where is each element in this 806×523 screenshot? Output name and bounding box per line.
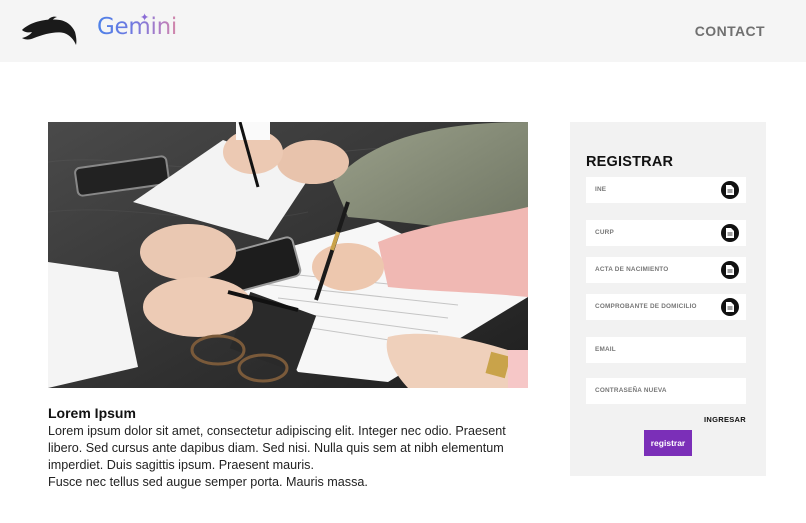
dolphin-logo-icon[interactable]: [20, 16, 78, 46]
nav-contact-link[interactable]: CONTACT: [695, 23, 765, 39]
register-button[interactable]: registrar: [644, 430, 692, 456]
new-password-field[interactable]: CONTRASEÑA NUEVA: [586, 378, 746, 404]
document-icon[interactable]: [721, 181, 739, 199]
registration-panel: REGISTRAR INE CURP ACTA DE NACIMIENTO CO…: [570, 122, 766, 476]
gemini-wordmark-text: Gemini: [97, 14, 177, 40]
field-label: ACTA DE NACIMIENTO: [595, 266, 669, 273]
article-body-line: Fusce nec tellus sed augue semper porta.…: [48, 475, 368, 489]
document-icon[interactable]: [721, 261, 739, 279]
field-label: INE: [595, 186, 607, 193]
field-label: EMAIL: [595, 346, 616, 353]
article-body-line: imperdiet. Duis sagittis ipsum. Praesent…: [48, 458, 314, 472]
login-link[interactable]: INGRESAR: [704, 415, 746, 424]
document-icon[interactable]: [721, 224, 739, 242]
comprobante-domicilio-upload-field[interactable]: COMPROBANTE DE DOMICILIO: [586, 294, 746, 320]
article-title: Lorem Ipsum: [48, 405, 136, 421]
article-body: Lorem ipsum dolor sit amet, consectetur …: [48, 423, 518, 491]
field-label: COMPROBANTE DE DOMICILIO: [595, 303, 697, 310]
gemini-wordmark: Gemini: [97, 14, 177, 40]
ine-upload-field[interactable]: INE: [586, 177, 746, 203]
document-icon[interactable]: [721, 298, 739, 316]
field-label: CONTRASEÑA NUEVA: [595, 387, 667, 394]
panel-title: REGISTRAR: [586, 154, 674, 170]
article-body-line: Lorem ipsum dolor sit amet, consectetur …: [48, 424, 506, 438]
acta-nacimiento-upload-field[interactable]: ACTA DE NACIMIENTO: [586, 257, 746, 283]
hero-image: [48, 122, 528, 388]
curp-upload-field[interactable]: CURP: [586, 220, 746, 246]
business-meeting-photo: [48, 122, 528, 388]
email-field[interactable]: EMAIL: [586, 337, 746, 363]
article-body-line: libero. Sed cursus ante dapibus diam. Se…: [48, 441, 504, 455]
site-header: Gemini ✦ CONTACT: [0, 0, 806, 62]
field-label: CURP: [595, 229, 614, 236]
sparkle-icon: ✦: [140, 12, 150, 24]
